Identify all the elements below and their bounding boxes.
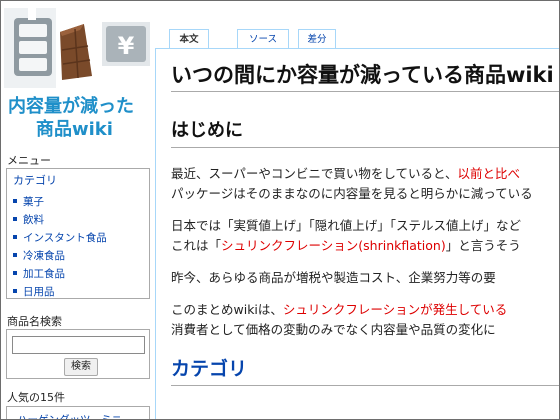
logo-title-wiki: wiki [72, 119, 113, 140]
yen-tag-icon: ¥ [106, 26, 146, 62]
tab-page[interactable]: 本文 [169, 29, 209, 50]
main-content: いつの間にか容量が減っている商品wiki はじめに 最近、スーパーやコンビニで買… [155, 48, 559, 419]
search-box: 検索 [6, 329, 150, 379]
film-strip-icon [14, 8, 52, 76]
paragraph-line: パッケージはそのままなのに内容量を見ると明らかに減っている [171, 186, 533, 201]
menu-heading: メニュー [7, 154, 51, 167]
tab-source[interactable]: ソース [237, 29, 289, 50]
site-logo[interactable]: ¥ 内容量が減った 商品wiki [2, 2, 155, 150]
popular-item[interactable]: ハーゲンダッツ ミニ [17, 412, 122, 419]
paragraph-line: 消費者として価格の変動のみでなく内容量や品質の変化に [171, 322, 496, 337]
menu-item-daily-goods[interactable]: 日用品 [13, 283, 107, 301]
paragraph-text: このまとめwikiは、 [171, 302, 283, 317]
paragraph-line: 昨今、あらゆる商品が増税や製造コスト、企業努力等の要 [171, 270, 496, 285]
bullet-icon [13, 199, 17, 203]
bullet-icon [13, 271, 17, 275]
emphasis-text: 以前と比べ [457, 166, 521, 181]
paragraph-line: 日本では「実質値上げ」「隠れ値上げ」「ステルス値上げ」など [171, 218, 522, 233]
logo-title-prefix: 商品 [36, 119, 72, 140]
menu-item-label: 冷凍食品 [23, 250, 65, 262]
menu-item-label: 菓子 [23, 196, 44, 208]
search-button[interactable]: 検索 [64, 358, 98, 376]
browser-frame: ¥ 内容量が減った 商品wiki メニュー カテゴリ 菓子 飲料 インスタント食… [0, 0, 560, 420]
title-divider [171, 91, 559, 92]
paragraph-text: これは「 [171, 238, 222, 253]
menu-item-label: 日用品 [23, 286, 55, 298]
tab-diff[interactable]: 差分 [298, 29, 336, 50]
search-heading: 商品名検索 [7, 315, 62, 328]
section-divider [171, 385, 559, 386]
bullet-icon [13, 217, 17, 221]
bullet-icon [13, 253, 17, 257]
paragraph-line: これは「シュリンクフレーション(shrinkflation)」と言うそう [171, 236, 521, 256]
paragraph-text: 」と言うそう [445, 238, 521, 253]
emphasis-text: シュリンクフレーションが発生している [282, 302, 508, 317]
page-title: いつの間にか容量が減っている商品wiki [171, 63, 554, 87]
menu-box: カテゴリ 菓子 飲料 インスタント食品 冷凍食品 加工食品 日用品 [6, 168, 150, 299]
page-tabs: 本文 ソース 差分 [155, 2, 559, 50]
menu-item-drinks[interactable]: 飲料 [13, 211, 107, 229]
bullet-icon [13, 289, 17, 293]
menu-category-link[interactable]: カテゴリ [13, 172, 57, 188]
menu-item-frozen-food[interactable]: 冷凍食品 [13, 247, 107, 265]
menu-item-instant-food[interactable]: インスタント食品 [13, 229, 107, 247]
sidebar: ¥ 内容量が減った 商品wiki メニュー カテゴリ 菓子 飲料 インスタント食… [2, 2, 155, 419]
paragraph-line: このまとめwikiは、シュリンクフレーションが発生している [171, 300, 507, 320]
paragraph-text: 最近、スーパーやコンビニで買い物をしていると、 [171, 166, 458, 181]
search-input[interactable] [12, 336, 145, 354]
chocolate-bar-icon [60, 24, 98, 80]
menu-item-label: インスタント食品 [23, 232, 107, 244]
bullet-icon [13, 235, 17, 239]
popular-heading: 人気の15件 [7, 391, 65, 404]
menu-list: 菓子 飲料 インスタント食品 冷凍食品 加工食品 日用品 [13, 193, 107, 301]
menu-item-processed-food[interactable]: 加工食品 [13, 265, 107, 283]
section-divider [171, 147, 559, 148]
svg-text:¥: ¥ [118, 32, 135, 60]
popular-box: ハーゲンダッツ ミニ [6, 406, 150, 419]
menu-item-snacks[interactable]: 菓子 [13, 193, 107, 211]
emphasis-text: シュリンクフレーション(shrinkflation) [221, 238, 446, 253]
section-heading-intro: はじめに [171, 120, 243, 141]
section-heading-category[interactable]: カテゴリ [171, 354, 247, 381]
menu-item-label: 加工食品 [23, 268, 65, 280]
logo-title-line2: 商品wiki [36, 115, 113, 141]
paragraph-line: 最近、スーパーやコンビニで買い物をしていると、以前と比べ [171, 164, 520, 184]
menu-item-label: 飲料 [23, 214, 44, 226]
